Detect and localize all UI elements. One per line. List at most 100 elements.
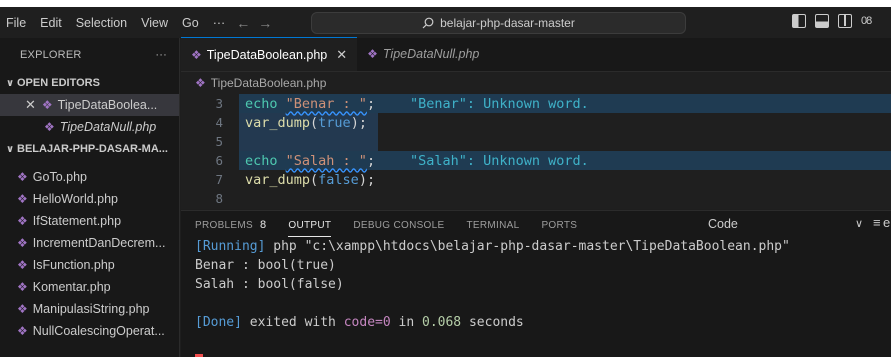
- php-file-icon: ❖: [17, 302, 28, 316]
- line-number: 5: [215, 134, 223, 149]
- toggle-secondary-sidebar-icon[interactable]: [838, 14, 852, 28]
- output-line: Salah : bool(false): [195, 277, 344, 292]
- php-file-icon: ❖: [17, 192, 28, 206]
- output-channel-select[interactable]: Code: [708, 217, 738, 231]
- file-item[interactable]: ❖ IfStatement.php: [0, 210, 179, 232]
- layout-controls: 08: [792, 14, 872, 28]
- code-punct: ;: [366, 95, 376, 112]
- code-punct: );: [350, 114, 367, 131]
- explorer-more-button[interactable]: ···: [155, 49, 167, 61]
- code-punct: );: [358, 171, 376, 188]
- search-text: belajar-php-dasar-master: [440, 16, 575, 30]
- code-text: var_dump(true);: [245, 115, 367, 131]
- file-item[interactable]: ❖ IncrementDanDecrem...: [0, 232, 179, 254]
- toggle-sidebar-icon[interactable]: [792, 14, 806, 28]
- file-item[interactable]: ❖ IsFunction.php: [0, 254, 179, 276]
- open-editor-item[interactable]: ✕ ❖ TipeDataBoolea...: [0, 94, 179, 116]
- php-file-icon: ❖: [17, 258, 28, 272]
- code-punct: ;: [366, 152, 376, 169]
- search-icon: [422, 17, 434, 29]
- file-label: ManipulasiString.php: [32, 302, 150, 316]
- exit-code: code=0: [343, 315, 391, 330]
- code-line: 8: [181, 189, 891, 208]
- file-item[interactable]: ❖ NullCoalescingOperat...: [0, 320, 179, 342]
- toggle-panel-icon[interactable]: [815, 14, 829, 28]
- breadcrumb-file: TipeDataBoolean.php: [210, 76, 327, 90]
- editor-tabs: ❖ TipeDataBoolean.php ✕ ❖ TipeDataNull.p…: [181, 37, 891, 72]
- php-file-icon: ❖: [367, 47, 378, 61]
- tab-output[interactable]: OUTPUT: [288, 211, 332, 239]
- tab-close-icon[interactable]: ✕: [336, 47, 347, 63]
- tab-terminal[interactable]: TERMINAL: [466, 211, 519, 239]
- code-bool: true: [318, 114, 351, 131]
- top-strip: [0, 0, 891, 7]
- file-label: IncrementDanDecrem...: [32, 236, 166, 250]
- menu-go[interactable]: Go: [175, 16, 206, 30]
- open-editor-label: TipeDataBoolea...: [57, 98, 158, 112]
- open-editors-label: OPEN EDITORS: [17, 77, 100, 89]
- code-text: var_dump(false);: [245, 172, 375, 188]
- filter-list-icon[interactable]: ≡: [873, 215, 881, 230]
- menu-selection[interactable]: Selection: [69, 16, 134, 30]
- chevron-down-icon: ∨: [5, 77, 15, 89]
- code-function: var_dump: [245, 114, 311, 131]
- file-item[interactable]: ❖ HelloWorld.php: [0, 188, 179, 210]
- file-item[interactable]: ❖ Komentar.php: [0, 276, 179, 298]
- chevron-down-icon: ∨: [5, 143, 15, 155]
- open-editors-section[interactable]: ∨ OPEN EDITORS: [0, 72, 179, 94]
- code-string: "Salah : ": [285, 152, 367, 169]
- project-section[interactable]: ∨ BELAJAR-PHP-DASAR-MA...: [0, 138, 179, 160]
- code-string: "Benar : ": [285, 95, 367, 112]
- code-keyword: echo: [245, 95, 278, 112]
- command-center-search[interactable]: belajar-php-dasar-master: [311, 12, 686, 34]
- tab-debug-console[interactable]: DEBUG CONSOLE: [353, 211, 444, 239]
- output-blank-line: [195, 296, 891, 315]
- output-log[interactable]: [Running] php "c:\xampp\htdocs\belajar-p…: [181, 239, 891, 334]
- customize-layout-icon[interactable]: 08: [861, 15, 872, 27]
- code-line: 6 echo "Salah : "; "Salah": Unknown word…: [181, 151, 891, 170]
- php-file-icon: ❖: [17, 170, 28, 184]
- explorer-sidebar: EXPLORER ··· ∨ OPEN EDITORS ✕ ❖ TipeData…: [0, 38, 180, 357]
- title-bar: File Edit Selection View Go ··· ← → bela…: [0, 7, 891, 38]
- project-label: BELAJAR-PHP-DASAR-MA...: [17, 143, 168, 155]
- open-editor-item[interactable]: ❖ TipeDataNull.php: [0, 116, 179, 138]
- tab-ports[interactable]: PORTS: [541, 211, 577, 239]
- file-label: GoTo.php: [32, 170, 87, 184]
- done-tag: [Done]: [195, 315, 242, 330]
- code-function: var_dump: [245, 171, 311, 188]
- php-file-icon: ❖: [41, 98, 53, 112]
- elapsed-seconds: 0.068: [422, 315, 462, 330]
- tab-label: TipeDataBoolean.php: [206, 47, 328, 62]
- file-item[interactable]: ❖ ManipulasiString.php: [0, 298, 179, 320]
- output-line: Benar : bool(true): [195, 258, 336, 273]
- code-line: 7 var_dump(false);: [181, 170, 891, 189]
- code-punct: (: [310, 114, 319, 131]
- close-icon[interactable]: ✕: [25, 97, 36, 113]
- tab-problems[interactable]: PROBLEMS 8: [195, 211, 266, 239]
- tab-label: TipeDataNull.php: [382, 47, 480, 61]
- menu-file[interactable]: File: [0, 16, 33, 30]
- menu-edit[interactable]: Edit: [33, 16, 69, 30]
- line-number: 8: [215, 191, 223, 206]
- code-text: echo "Salah : ";: [245, 153, 375, 169]
- code-editor[interactable]: 3 echo "Benar : "; "Benar": Unknown word…: [181, 94, 891, 209]
- back-arrow-icon[interactable]: ←: [232, 15, 254, 31]
- forward-arrow-icon[interactable]: →: [254, 15, 276, 31]
- php-file-icon: ❖: [17, 280, 28, 294]
- tab-tipedatanull[interactable]: ❖ TipeDataNull.php: [357, 37, 489, 71]
- explorer-title: EXPLORER: [20, 49, 82, 61]
- menu-view[interactable]: View: [134, 16, 175, 30]
- file-item[interactable]: ❖ GoTo.php: [0, 166, 179, 188]
- running-command: php "c:\xampp\htdocs\belajar-php-dasar-m…: [265, 239, 790, 254]
- breadcrumb[interactable]: ❖ TipeDataBoolean.php: [181, 72, 891, 94]
- file-label: Komentar.php: [32, 280, 111, 294]
- open-editor-label: TipeDataNull.php: [59, 120, 157, 134]
- lock-icon[interactable]: е: [883, 215, 890, 230]
- tab-tipedataboolean[interactable]: ❖ TipeDataBoolean.php ✕: [181, 37, 358, 71]
- code-text: echo "Benar : ";: [245, 96, 375, 112]
- php-file-icon: ❖: [191, 47, 202, 62]
- chevron-down-icon[interactable]: ∨: [855, 217, 863, 230]
- code-line: 3 echo "Benar : "; "Benar": Unknown word…: [181, 94, 891, 113]
- menu-more[interactable]: ···: [206, 16, 233, 30]
- file-label: IsFunction.php: [32, 258, 115, 272]
